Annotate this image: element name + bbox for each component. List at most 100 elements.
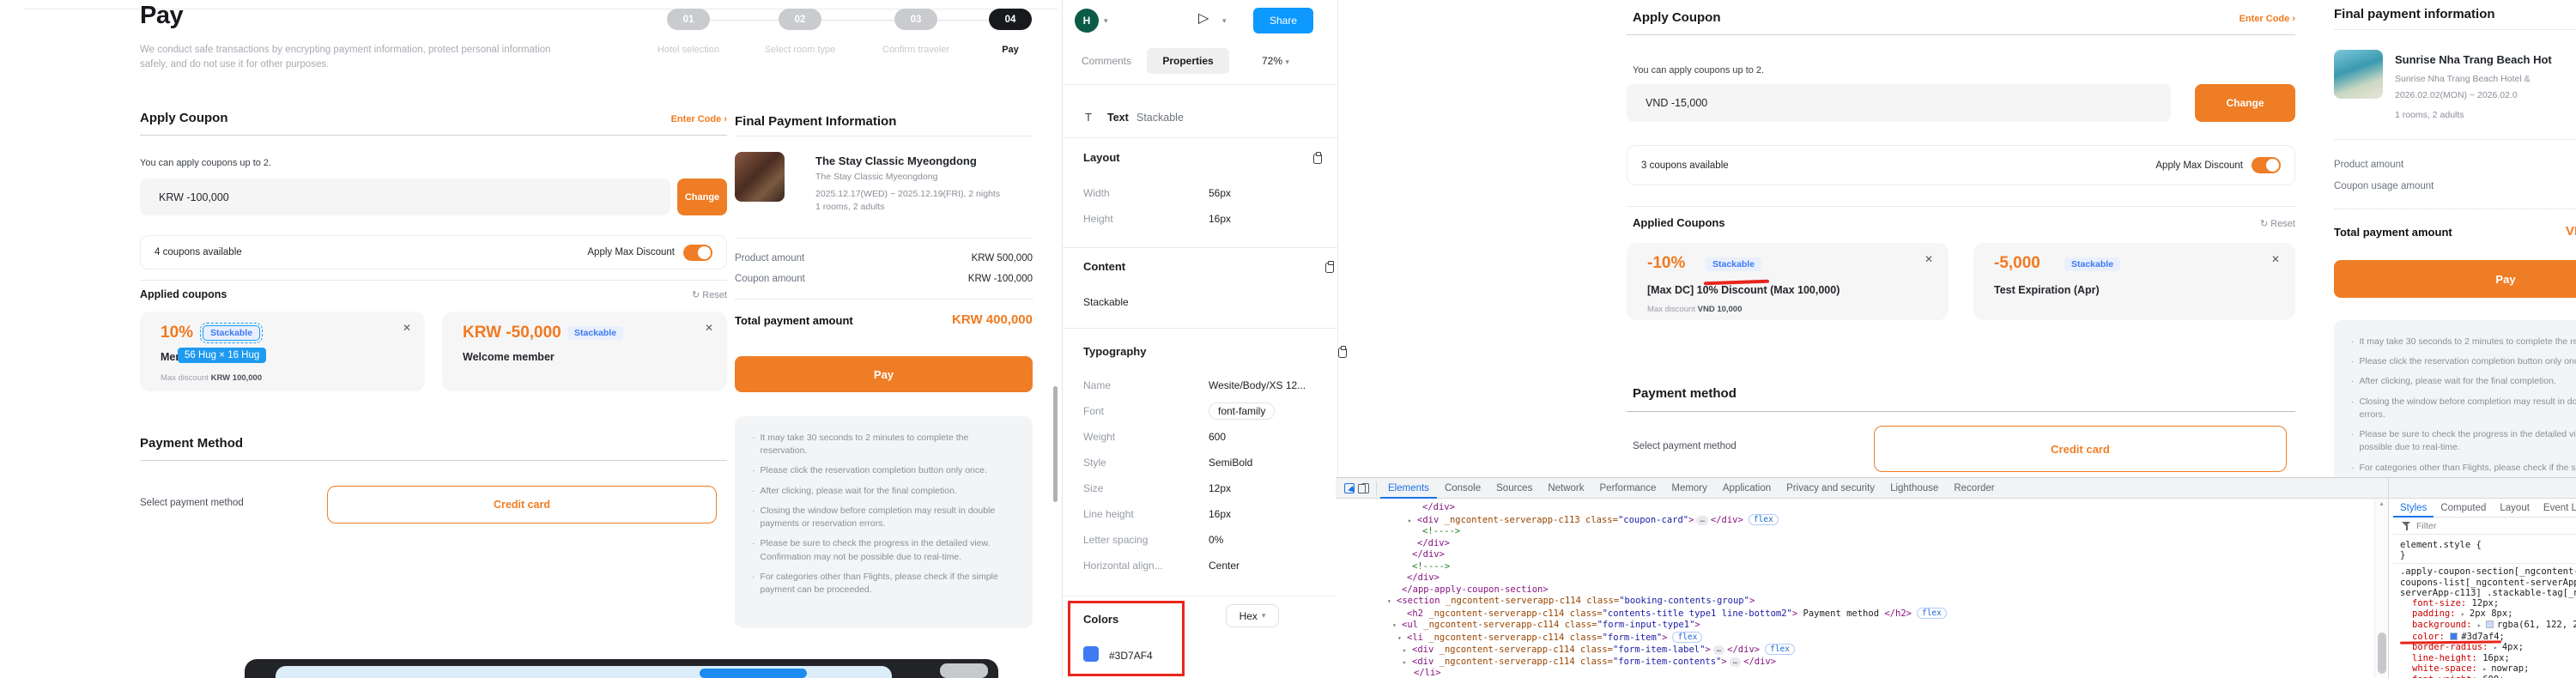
flex-badge[interactable]: flex bbox=[1765, 644, 1795, 655]
expand-icon[interactable]: ▸ bbox=[2494, 643, 2502, 653]
devtools-tree-line[interactable]: ▾ <section _ngcontent-serverapp-c114 clas… bbox=[1336, 596, 2374, 608]
devtools-tree-line[interactable]: </li> bbox=[1336, 668, 2374, 678]
tree-expand-icon[interactable]: ▾ bbox=[1397, 633, 1407, 645]
stackable-badge[interactable]: Stackable bbox=[2064, 257, 2121, 271]
css-line[interactable]: font-size: 12px; bbox=[2393, 598, 2576, 608]
color-swatch-icon[interactable] bbox=[2450, 632, 2458, 640]
stackable-badge[interactable]: Stackable bbox=[567, 326, 624, 340]
sidebar-tab-event-listeners[interactable]: Event Listeners bbox=[2537, 499, 2576, 518]
expand-icon[interactable]: ▸ bbox=[2482, 664, 2491, 675]
devtools-tree-line[interactable]: </div> bbox=[1336, 538, 2374, 550]
tree-expand-icon[interactable]: ▸ bbox=[1403, 657, 1412, 669]
scrollbar-thumb[interactable] bbox=[2378, 633, 2386, 674]
flex-badge[interactable]: flex bbox=[1672, 631, 1703, 643]
expand-icon[interactable]: ▸ bbox=[2477, 620, 2486, 631]
devtools-tab-lighthouse[interactable]: Lighthouse bbox=[1882, 478, 1946, 499]
coupon-amount-input[interactable]: KRW -100,000 bbox=[140, 179, 670, 215]
avatar[interactable]: H bbox=[1075, 9, 1099, 33]
devtools-tree-line[interactable]: </app-apply-coupon-section> bbox=[1336, 584, 2374, 596]
copy-icon[interactable] bbox=[1325, 260, 1335, 273]
stepper-step-01[interactable]: 01 bbox=[667, 9, 710, 30]
copy-icon[interactable] bbox=[1337, 345, 1347, 358]
devtools-tab-recorder[interactable]: Recorder bbox=[1946, 478, 2002, 499]
stepper-step-03[interactable]: 03 bbox=[894, 9, 937, 30]
css-line[interactable]: coupons-list[_ngcontent-serverApp-c113] bbox=[2393, 578, 2576, 588]
enter-code-link[interactable]: Enter Code › bbox=[652, 114, 727, 124]
devtools-tab-network[interactable]: Network bbox=[1540, 478, 1591, 499]
stackable-badge[interactable]: Stackable bbox=[1706, 257, 1762, 271]
devtools-splitter[interactable] bbox=[2388, 478, 2389, 678]
stepper-step-04[interactable]: 04 bbox=[989, 9, 1032, 30]
tab-properties[interactable]: Properties bbox=[1147, 48, 1229, 74]
devtools-tree-line[interactable]: <!----> bbox=[1336, 561, 2374, 573]
css-line[interactable]: font-weight: 600; bbox=[2393, 675, 2576, 678]
css-line[interactable]: serverApp-c113] .stackable-tag[_ngconten bbox=[2393, 588, 2576, 598]
reset-control[interactable]: ↻ Reset bbox=[2209, 218, 2295, 229]
hidden-children-icon[interactable]: … bbox=[1712, 645, 1725, 655]
devtools-tab-console[interactable]: Console bbox=[1437, 478, 1488, 499]
play-chevron-icon[interactable]: ▾ bbox=[1222, 16, 1227, 26]
stepper-step-02[interactable]: 02 bbox=[779, 9, 821, 30]
devtools-tree-line[interactable]: ▾ <ul _ngcontent-serverapp-c114 class="fo… bbox=[1336, 620, 2374, 632]
devtools-tree-line[interactable]: <!----> bbox=[1336, 526, 2374, 538]
max-discount-toggle[interactable] bbox=[2252, 157, 2281, 173]
tree-expand-icon[interactable]: ▸ bbox=[1403, 645, 1412, 657]
devtools-tree-line[interactable]: </div> bbox=[1336, 572, 2374, 584]
devtools-tab-privacy-and-security[interactable]: Privacy and security bbox=[1779, 478, 1882, 499]
devtools-tab-memory[interactable]: Memory bbox=[1664, 478, 1715, 499]
color-format-dropdown[interactable]: Hex ▾ bbox=[1226, 604, 1279, 627]
sidebar-tab-computed[interactable]: Computed bbox=[2434, 499, 2493, 518]
flex-badge[interactable]: flex bbox=[1916, 607, 1947, 619]
remove-coupon-button[interactable]: ✕ bbox=[403, 322, 411, 334]
inspect-icon[interactable] bbox=[1344, 482, 1355, 493]
avatar-chevron-icon[interactable]: ▾ bbox=[1104, 16, 1108, 26]
css-line[interactable]: color: #3d7af4; bbox=[2393, 632, 2576, 645]
tree-expand-icon[interactable]: ▾ bbox=[1387, 596, 1397, 608]
remove-coupon-button[interactable]: ✕ bbox=[705, 322, 713, 334]
share-button[interactable]: Share bbox=[1253, 8, 1313, 33]
flex-badge[interactable]: flex bbox=[1748, 513, 1779, 525]
devtools-tree-line[interactable]: ▸ <div _ngcontent-serverapp-c114 class="f… bbox=[1336, 657, 2374, 669]
devtools-tree-line[interactable]: ▸ <div _ngcontent-serverapp-c114 class="f… bbox=[1336, 644, 2374, 657]
scrollbar-up-icon[interactable]: ▲ bbox=[2379, 501, 2385, 507]
copy-icon[interactable] bbox=[1313, 151, 1322, 164]
hidden-children-icon[interactable]: … bbox=[1696, 515, 1708, 525]
css-line[interactable]: background: ▸ rgba(61, 122, 244, .1 bbox=[2393, 620, 2576, 631]
devtools-tree-line[interactable]: ▸ <div _ngcontent-serverapp-c113 class="c… bbox=[1336, 513, 2374, 527]
credit-card-button[interactable]: Credit card bbox=[1874, 426, 2287, 472]
bottom-toolbar-blue-button[interactable] bbox=[700, 669, 807, 678]
tree-expand-icon[interactable]: ▾ bbox=[1392, 620, 1402, 632]
enter-code-link[interactable]: Enter Code › bbox=[2209, 14, 2295, 24]
devtools-tab-application[interactable]: Application bbox=[1715, 478, 1779, 499]
zoom-level[interactable]: 72% ▾ bbox=[1262, 55, 1289, 67]
css-line[interactable]: padding: ▸ 2px 8px; bbox=[2393, 608, 2576, 620]
elements-scrollbar[interactable]: ▲ bbox=[2374, 499, 2388, 678]
device-toolbar-icon[interactable] bbox=[1358, 482, 1369, 493]
play-icon[interactable]: ▷ bbox=[1198, 9, 1209, 27]
tab-comments[interactable]: Comments bbox=[1082, 55, 1131, 67]
css-line[interactable]: line-height: 16px; bbox=[2393, 653, 2576, 663]
remove-coupon-button[interactable]: ✕ bbox=[2271, 253, 2280, 265]
devtools-tree-line[interactable]: <h2 _ngcontent-serverapp-c114 class="con… bbox=[1336, 607, 2374, 620]
credit-card-button[interactable]: Credit card bbox=[327, 486, 717, 524]
css-line[interactable]: element.style { bbox=[2393, 540, 2576, 550]
css-line[interactable]: white-space: ▸ nowrap; bbox=[2393, 663, 2576, 675]
hidden-children-icon[interactable]: … bbox=[1729, 657, 1742, 667]
sidebar-tab-layout[interactable]: Layout bbox=[2493, 499, 2537, 518]
devtools-tab-performance[interactable]: Performance bbox=[1592, 478, 1664, 499]
coupon-amount-input[interactable]: VND -15,000 bbox=[1627, 84, 2171, 122]
devtools-tree-line[interactable]: ▾ <li _ngcontent-serverapp-c114 class="fo… bbox=[1336, 631, 2374, 645]
reset-control[interactable]: ↻ Reset bbox=[641, 289, 727, 300]
bottom-toolbar-gray-pill[interactable] bbox=[940, 663, 988, 678]
change-button[interactable]: Change bbox=[677, 179, 727, 215]
sidebar-tab-styles[interactable]: Styles bbox=[2393, 499, 2434, 518]
css-line[interactable]: border-radius: ▸ 4px; bbox=[2393, 642, 2576, 653]
css-line[interactable]: .apply-coupon-section[_ngcontent-server bbox=[2393, 566, 2576, 577]
tree-expand-icon[interactable]: ▸ bbox=[1408, 515, 1417, 527]
stackable-badge[interactable]: Stackable bbox=[199, 323, 264, 343]
canvas-scrollbar[interactable] bbox=[1053, 386, 1058, 502]
remove-coupon-button[interactable]: ✕ bbox=[1924, 253, 1933, 265]
devtools-tab-elements[interactable]: Elements bbox=[1380, 478, 1437, 499]
expand-icon[interactable]: ▸ bbox=[2461, 609, 2470, 620]
devtools-tab-sources[interactable]: Sources bbox=[1488, 478, 1540, 499]
